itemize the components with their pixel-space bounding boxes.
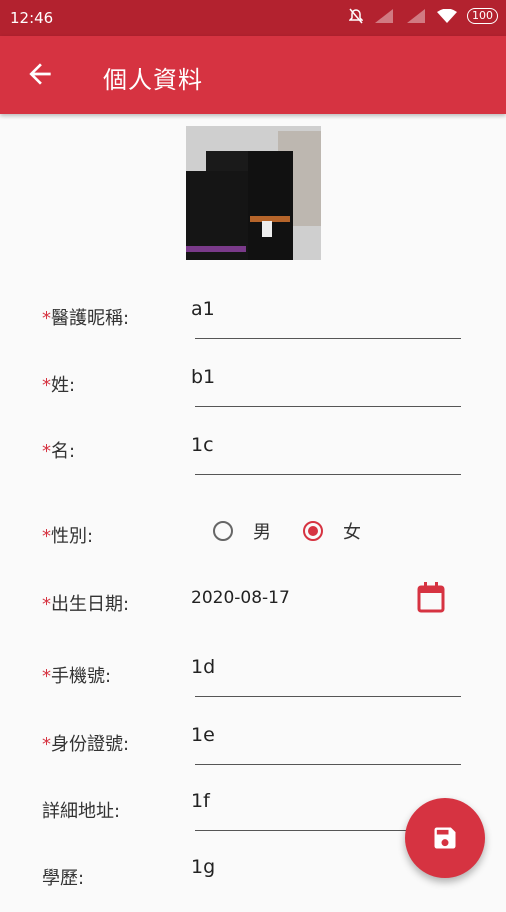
nickname-label: *醫護昵稱: xyxy=(42,308,130,329)
calendar-icon[interactable] xyxy=(417,581,445,613)
app-bar: 個人資料 xyxy=(0,36,506,114)
save-button[interactable] xyxy=(405,798,485,878)
id-number-field[interactable]: 1e xyxy=(191,720,461,765)
given-name-field[interactable]: 1c xyxy=(191,430,461,475)
education-label: 學歷: xyxy=(42,868,85,889)
gender-female-radio[interactable]: 女 xyxy=(303,518,361,544)
gender-row: *性別: 男 女 xyxy=(0,512,506,572)
given-name-row: *名: 1c xyxy=(0,426,506,486)
wifi-icon xyxy=(437,9,457,23)
status-bar: 12:46 100 xyxy=(0,0,506,36)
gender-male-label: 男 xyxy=(253,522,271,543)
mobile-field[interactable]: 1d xyxy=(191,652,461,697)
birth-date-value[interactable]: 2020-08-17 xyxy=(191,588,290,608)
profile-photo-image xyxy=(186,126,321,260)
profile-photo[interactable] xyxy=(186,126,321,260)
signal-icon xyxy=(375,9,393,23)
birth-date-label: *出生日期: xyxy=(42,594,130,615)
surname-field[interactable]: b1 xyxy=(191,362,461,407)
battery-icon: 100 xyxy=(467,8,498,24)
address-label: 詳細地址: xyxy=(42,801,121,822)
mobile-row: *手機號: 1d xyxy=(0,650,506,710)
gender-label: *性別: xyxy=(42,526,94,547)
nickname-row: *醫護昵稱: a1 xyxy=(0,290,506,350)
radio-checked-icon xyxy=(303,521,323,541)
surname-label: *姓: xyxy=(42,375,76,396)
page-title: 個人資料 xyxy=(103,66,203,94)
gender-male-radio[interactable]: 男 xyxy=(213,518,271,544)
radio-unchecked-icon xyxy=(213,521,233,541)
id-number-label: *身份證號: xyxy=(42,734,130,755)
gender-female-label: 女 xyxy=(343,522,361,543)
surname-row: *姓: b1 xyxy=(0,358,506,418)
status-icons: 100 xyxy=(349,8,498,24)
status-time: 12:46 xyxy=(10,9,54,27)
save-icon xyxy=(434,827,456,849)
nickname-field[interactable]: a1 xyxy=(191,294,461,339)
mobile-label: *手機號: xyxy=(42,666,112,687)
signal-icon-2 xyxy=(407,9,425,23)
given-name-label: *名: xyxy=(42,441,76,462)
arrow-back-icon[interactable] xyxy=(24,58,56,90)
mute-icon xyxy=(349,8,363,24)
id-number-row: *身份證號: 1e xyxy=(0,718,506,778)
